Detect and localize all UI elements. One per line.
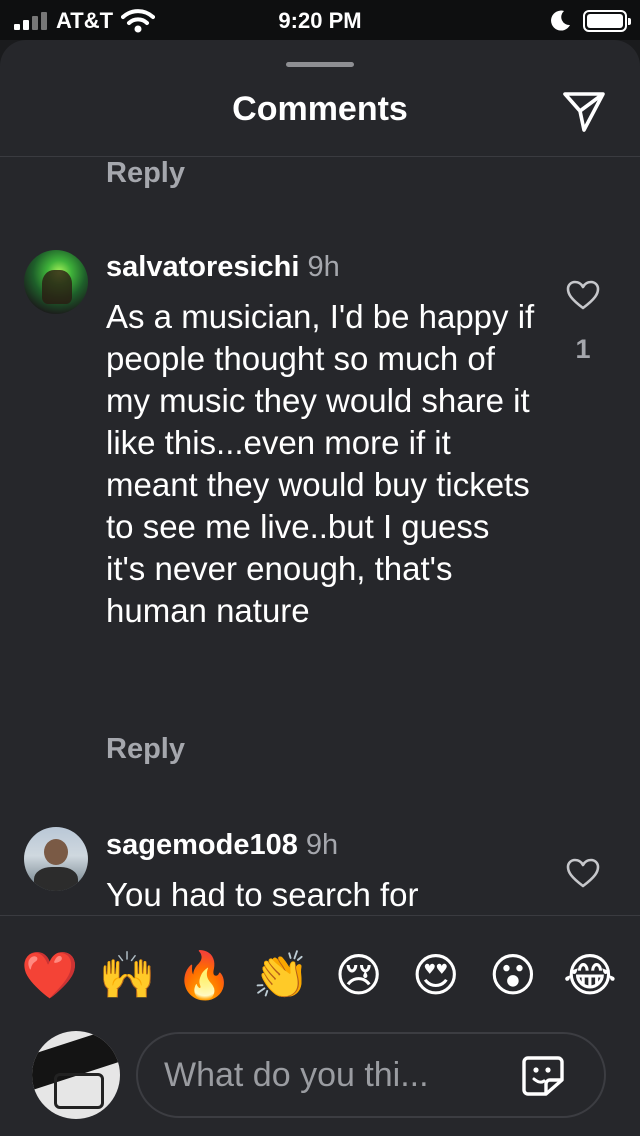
comment-input[interactable] xyxy=(164,1034,504,1116)
avatar[interactable] xyxy=(24,827,88,891)
avatar[interactable] xyxy=(24,250,88,314)
battery-icon xyxy=(583,10,631,32)
comment-time: 9h xyxy=(307,251,340,283)
comment-text: You had to search for xyxy=(106,876,419,913)
composer-divider xyxy=(0,915,640,916)
surprised-emoji-button[interactable]: 😮 xyxy=(483,945,543,1005)
comment-header: salvatoresichi 9h xyxy=(106,251,340,284)
raised-hands-emoji-button[interactable]: 🙌 xyxy=(97,945,157,1005)
heart-icon[interactable] xyxy=(566,280,600,310)
comment-list: Reply salvatoresichi 9h As a musician, I'… xyxy=(0,157,640,915)
sticker-icon[interactable] xyxy=(520,1054,566,1098)
comments-sheet: Comments Reply salvatoresichi 9h As a mus… xyxy=(0,40,640,1136)
reply-button[interactable]: Reply xyxy=(106,733,185,766)
crying-emoji-button[interactable]: 😢 xyxy=(329,945,389,1005)
heart-icon[interactable] xyxy=(566,858,600,888)
comment-username[interactable]: sagemode108 xyxy=(106,829,298,861)
like-count[interactable]: 1 xyxy=(560,334,606,365)
clock: 9:20 PM xyxy=(278,8,362,33)
reply-button[interactable]: Reply xyxy=(106,157,185,190)
heart-eyes-emoji-button[interactable]: 😍 xyxy=(406,945,466,1005)
laughing-emoji-button[interactable]: 😂 xyxy=(560,945,620,1005)
page-title: Comments xyxy=(232,90,408,128)
comment-time: 9h xyxy=(305,829,339,861)
sheet-grabber[interactable] xyxy=(286,62,354,67)
fire-emoji-button[interactable]: 🔥 xyxy=(174,945,234,1005)
heart-emoji-button[interactable]: ❤️ xyxy=(20,945,80,1005)
current-user-avatar xyxy=(32,1031,120,1119)
comment-username[interactable]: salvatoresichi xyxy=(106,251,299,283)
comment-header: sagemode108 9h xyxy=(106,829,338,862)
emoji-reaction-bar: ❤️ 🙌 🔥 👏 😢 😍 😮 😂 xyxy=(20,945,620,1005)
paper-plane-icon[interactable] xyxy=(560,88,608,134)
clapping-emoji-button[interactable]: 👏 xyxy=(251,945,311,1005)
comment-text: As a musician, I'd be happy if people th… xyxy=(106,298,535,629)
status-bar: AT&T 9:20 PM xyxy=(0,0,640,40)
comment-composer xyxy=(136,1032,606,1118)
moon-icon xyxy=(551,10,570,31)
